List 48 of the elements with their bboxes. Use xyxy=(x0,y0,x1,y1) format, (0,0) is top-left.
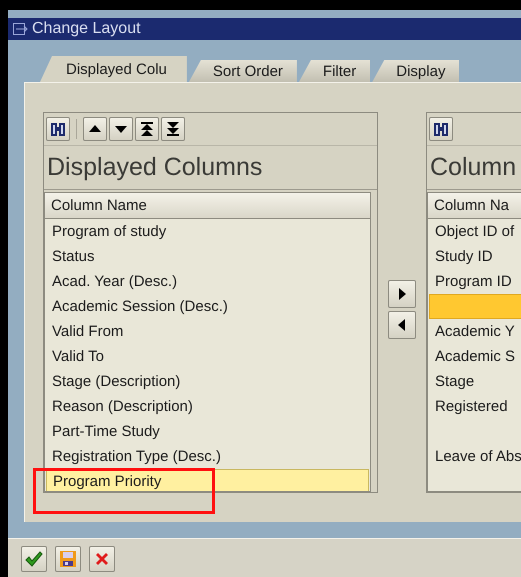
list-row[interactable]: Object ID of xyxy=(429,219,521,244)
list-row[interactable]: Status xyxy=(46,244,369,269)
remove-column-button[interactable] xyxy=(388,311,416,339)
left-triangle-icon xyxy=(398,319,405,331)
list-row[interactable]: Valid To xyxy=(46,344,369,369)
down-triangle-icon xyxy=(115,126,127,133)
window-title: Change Layout xyxy=(32,20,141,38)
list-title: Column xyxy=(427,146,521,190)
add-column-button[interactable] xyxy=(388,280,416,308)
tab[interactable]: Sort Order xyxy=(188,60,297,82)
selected-list-row[interactable]: Program Priority xyxy=(46,469,369,491)
list-title: Displayed Columns xyxy=(44,146,377,190)
tab[interactable]: Filter xyxy=(298,60,370,82)
double-up-icon xyxy=(141,122,153,136)
right-triangle-icon xyxy=(399,288,406,300)
list-row[interactable]: Academic S xyxy=(429,344,521,369)
double-down-icon xyxy=(167,122,179,136)
find-button[interactable] xyxy=(429,117,453,141)
cancel-button[interactable] xyxy=(89,546,115,572)
move-to-top-button[interactable] xyxy=(135,117,159,141)
list-row[interactable]: Stage (Description) xyxy=(46,369,369,394)
move-down-button[interactable] xyxy=(109,117,133,141)
save-button[interactable] xyxy=(55,546,81,572)
column-header: Column Name xyxy=(45,193,370,219)
x-icon xyxy=(96,552,108,564)
list-row[interactable]: Academic Session (Desc.) xyxy=(46,294,369,319)
list-row[interactable]: Registered xyxy=(429,394,521,419)
list-row[interactable]: Program ID xyxy=(429,269,521,294)
list-row[interactable]: Stage xyxy=(429,369,521,394)
move-up-button[interactable] xyxy=(83,117,107,141)
list-row[interactable]: Academic Y xyxy=(429,319,521,344)
list-row[interactable]: Study ID xyxy=(429,244,521,269)
tab[interactable]: Display xyxy=(372,60,460,82)
list-row[interactable]: Leave of Abs xyxy=(429,444,521,469)
list-row[interactable]: Valid From xyxy=(46,319,369,344)
checkmark-icon xyxy=(25,550,43,566)
up-triangle-icon xyxy=(89,125,101,132)
list-row[interactable]: Program of study xyxy=(46,219,369,244)
list-row[interactable]: Registration Type (Desc.) xyxy=(46,444,369,469)
window-icon xyxy=(13,23,28,35)
tab[interactable]: Displayed Colu xyxy=(40,56,187,82)
confirm-button[interactable] xyxy=(21,546,47,572)
find-button[interactable] xyxy=(46,117,70,141)
column-header: Column Na xyxy=(428,193,521,219)
move-to-bottom-button[interactable] xyxy=(161,117,185,141)
list-row[interactable]: Part-Time Study xyxy=(46,419,369,444)
list-row[interactable]: Reason (Description) xyxy=(46,394,369,419)
list-row[interactable]: Acad. Year (Desc.) xyxy=(46,269,369,294)
